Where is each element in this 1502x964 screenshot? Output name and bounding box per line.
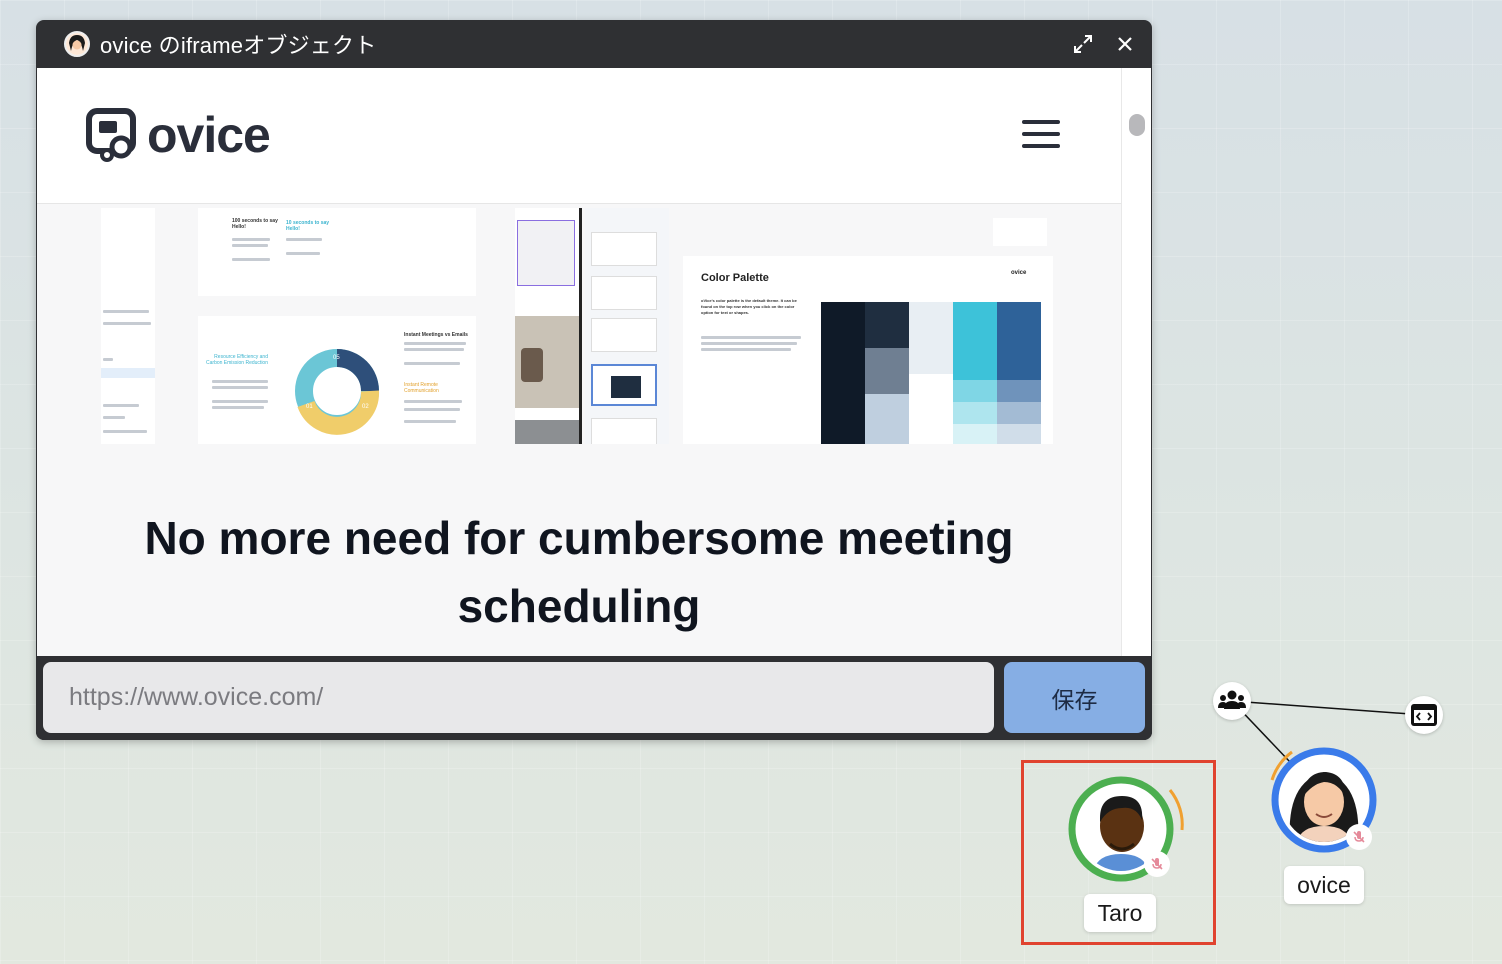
ovice-avatar-icon — [1270, 747, 1377, 853]
scrollbar-thumb[interactable] — [1129, 114, 1145, 136]
svg-text:01: 01 — [306, 404, 313, 410]
muted-mic-icon — [1144, 851, 1170, 877]
window-title: ovice のiframeオブジェクト — [100, 33, 377, 58]
swatch-aqua-blue — [953, 302, 997, 380]
iframe-object-window[interactable]: ovice のiframeオブジェクト ovice 100 seconds to… — [36, 20, 1152, 740]
donut-chart: 05 01 02 — [295, 349, 380, 435]
ovice-logo-icon — [86, 108, 136, 162]
svg-text:02: 02 — [362, 404, 369, 410]
swatch-black — [821, 302, 865, 444]
preview-color-palette: Color Palette ovice oVice's color palett… — [683, 256, 1053, 444]
ovice-logo[interactable]: ovice — [85, 106, 271, 164]
expand-icon[interactable] — [1071, 32, 1095, 56]
swatch-dark-grey — [865, 302, 909, 348]
product-screenshot-preview: 100 seconds to say Hello! 10 seconds to … — [101, 208, 1057, 444]
preview-sidebar — [101, 208, 155, 444]
preview-card-hello: 100 seconds to say Hello! 10 seconds to … — [198, 208, 476, 296]
preview-slide-strip — [585, 208, 669, 444]
avatar-name-ovice: ovice — [1284, 866, 1364, 904]
avatar-taro[interactable]: Taro — [1062, 770, 1192, 940]
url-input[interactable] — [43, 662, 994, 733]
preview-editor-canvas — [515, 208, 579, 444]
close-icon[interactable] — [1113, 32, 1137, 56]
svg-text:05: 05 — [333, 355, 340, 361]
swatch-background — [909, 302, 953, 374]
hero-headline: No more need for cumbersome meeting sche… — [144, 512, 1014, 632]
iframe-scrollbar[interactable] — [1121, 68, 1151, 675]
owner-avatar-icon — [64, 31, 90, 57]
window-titlebar[interactable]: ovice のiframeオブジェクト — [36, 20, 1152, 68]
avatar-name-taro: Taro — [1084, 894, 1156, 932]
iframe-viewport[interactable]: ovice 100 seconds to say Hello! 10 secon… — [37, 68, 1151, 675]
muted-mic-icon — [1346, 824, 1372, 850]
logo-text: ovice — [147, 107, 271, 163]
preview-card-donut: Resource Efficiency and Carbon Emission … — [198, 316, 476, 444]
url-bar: 保存 — [36, 656, 1152, 740]
users-group-icon[interactable] — [1213, 682, 1251, 720]
site-header: ovice — [37, 68, 1121, 204]
hamburger-menu-icon[interactable] — [1022, 120, 1060, 150]
embed-window-icon[interactable] — [1405, 696, 1443, 734]
avatar-ovice[interactable]: ovice — [1262, 742, 1392, 912]
save-button[interactable]: 保存 — [1004, 662, 1145, 733]
swatch-blue-cobalt — [997, 302, 1041, 380]
taro-avatar-icon — [1068, 776, 1184, 882]
